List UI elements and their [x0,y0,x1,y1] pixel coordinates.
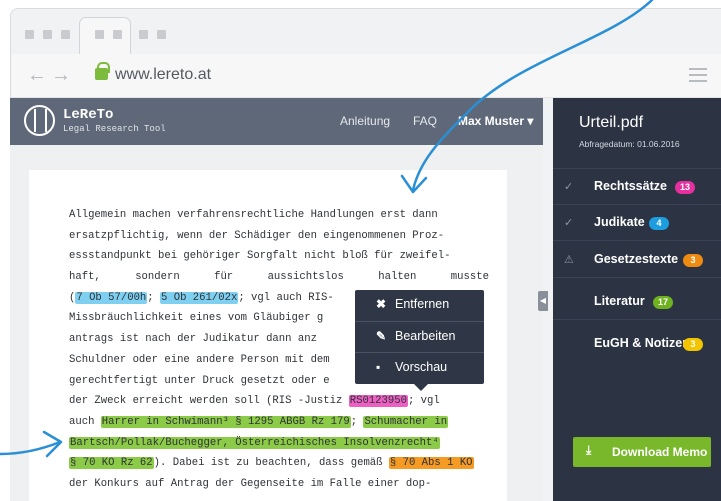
sidebar-divider [553,319,721,320]
nav-link-faq[interactable]: FAQ [413,114,437,128]
address-bar: ←→ www.lereto.at [11,54,721,98]
remove-icon: ✖ [376,297,387,311]
sidebar-item-label: Gesetzestexte [594,252,679,266]
download-button-label: Download Memo [612,445,708,459]
nav-arrows: ←→ [27,64,75,87]
query-date: Abfragedatum: 01.06.2016 [579,139,680,149]
citation-judikat[interactable]: 5 Ob 261/02x [160,291,239,304]
word: musste [450,271,489,284]
menu-icon[interactable] [689,68,707,82]
context-menu: ✖ Entfernen ✎ Bearbeiten ▪ Vorschau [355,290,484,384]
file-name: Urteil.pdf [579,114,644,131]
check-icon: ✓ [564,181,574,193]
sidebar-item-label: Rechtssätze [594,179,667,193]
sidebar-item-label: Judikate [594,215,645,229]
url-field[interactable]: www.lereto.at [115,66,211,84]
collapse-handle-icon[interactable]: ◀ [538,291,548,311]
word: sondern [135,271,180,284]
menu-item-vorschau[interactable]: ▪ Vorschau [355,353,484,383]
citation-literatur[interactable]: Schumacher in [363,415,449,428]
check-icon: ✓ [564,217,574,229]
text-line: Bartsch/Pollak/Buchegger, Österreichisch… [69,433,489,454]
tab-dot [139,30,148,39]
text-span: auch [69,415,101,428]
text-line: auch Harrer in Schwimann³ § 1295 ABGB Rz… [69,415,449,428]
sidebar-item-label: Literatur [594,294,645,308]
warning-icon: ⚠ [564,254,574,266]
citation-literatur[interactable]: § 70 KO Rz 62 [69,457,154,470]
count-badge: 4 [649,217,669,230]
pencil-icon: ✎ [376,329,387,343]
sidebar-item-judikate[interactable]: ✓ Judikate 4 [553,204,721,240]
count-badge: 3 [683,338,703,351]
download-icon: ⤓ [586,443,592,457]
citation-literatur[interactable]: Harrer in Schwimann³ § 1295 ABGB Rz 179 [100,415,351,428]
text-line: haft, sondern für aussichtslos halten mu… [69,267,489,288]
tab-dot [113,30,122,39]
window-control-dot[interactable] [61,30,70,39]
text-line: Allgemein machen verfahrensrechtliche Ha… [69,209,438,221]
text-line: der Konkurs auf Antrag der Gegenseite im… [69,477,432,490]
menu-item-bearbeiten[interactable]: ✎ Bearbeiten [355,322,484,352]
count-badge: 13 [675,181,696,194]
tab-dot [157,30,166,39]
window-control-dot[interactable] [25,30,34,39]
lock-icon [95,62,110,80]
sidebar-item-label: EuGH & Notizen [594,336,690,350]
back-arrow-icon[interactable]: ← [27,64,51,86]
citation-literatur[interactable]: Bartsch/Pollak/Buchegger, Österreichisch… [69,436,440,449]
text-span: ; vgl auch RIS- [238,291,334,304]
sidebar-item-literatur[interactable]: Literatur 17 [553,283,721,319]
menu-item-label: Bearbeiten [395,329,456,343]
word: aussichtslos [267,271,344,284]
word: haft, [69,271,101,284]
citation-rechtssatz[interactable]: RS0123950 [348,395,408,408]
word: für [214,271,234,284]
forward-arrow-icon[interactable]: → [51,64,75,86]
context-menu-pointer [413,383,429,391]
menu-item-label: Vorschau [395,360,448,374]
sidebar-item-gesetzestexte[interactable]: ⚠ Gesetzestexte 3 [553,241,721,277]
logo-subtitle: Legal Research Tool [63,124,166,134]
text-line: ersatzpflichtig, wenn der Schädiger den … [69,229,445,242]
sidebar: Urteil.pdf Abfragedatum: 01.06.2016 ✓ Re… [553,98,721,501]
nav-link-anleitung[interactable]: Anleitung [340,114,390,128]
text-span: ). Dabei ist zu beachten, dass gemäß [153,457,389,470]
logo-title[interactable]: LeReTo [63,107,113,123]
tab-dot [95,30,104,39]
citation-gesetzestext[interactable]: § 70 Abs 1 KO [388,457,474,470]
word: halten [378,271,417,284]
text-span: der Zweck erreicht werden soll (RIS -Jus… [69,395,349,408]
download-memo-button[interactable]: ⤓ Download Memo [573,437,711,467]
count-badge: 17 [653,296,674,309]
text-line: § 70 KO Rz 62). Dabei ist zu beachten, d… [69,453,489,474]
count-badge: 3 [683,254,703,267]
lereto-logo-icon[interactable] [24,105,55,136]
window-control-dot[interactable] [43,30,52,39]
sidebar-item-rechtssaetze[interactable]: ✓ Rechtssätze 13 [553,168,721,204]
menu-item-entfernen[interactable]: ✖ Entfernen [355,290,484,320]
document-icon: ▪ [376,360,381,374]
sidebar-item-eugh-notizen[interactable]: EuGH & Notizen 3 [553,325,721,361]
menu-item-label: Entfernen [395,297,450,311]
sidebar-divider [553,277,721,278]
text-span: ; vgl [407,395,440,408]
citation-judikat[interactable]: 7 Ob 57/00h [75,291,148,304]
text-line: essstandpunkt bei gehöriger Sorgfalt nic… [69,250,451,263]
app-header: LeReTo Legal Research Tool Anleitung FAQ… [10,98,543,145]
browser-tab-bar [11,9,721,55]
browser-tab[interactable] [79,17,131,55]
text-line: der Zweck erreicht werden soll (RIS -Jus… [69,391,489,412]
user-menu[interactable]: Max Muster ▾ [458,114,533,128]
